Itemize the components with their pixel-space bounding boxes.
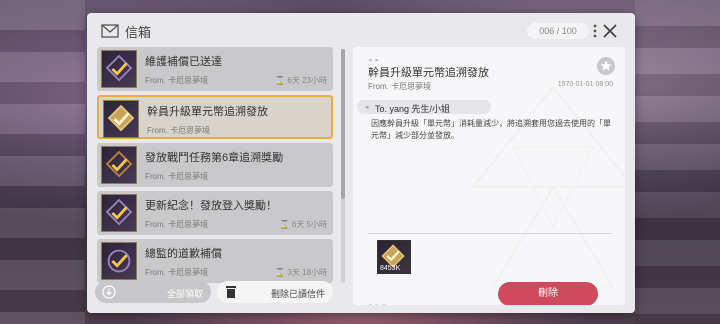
mail-subject: 更新紀念！發放登入獎勵！ [145, 200, 277, 212]
reward-check-icon [101, 242, 137, 280]
mail-subject: 總監的道歉補償 [145, 248, 222, 260]
favorite-star-button[interactable] [597, 57, 615, 75]
mail-list-item[interactable]: 維護補償已送達 From. 卡厄思夢境 ⌛ 6天 23小時 [97, 47, 333, 91]
delete-read-label: 刪除已讀信件 [270, 289, 325, 299]
mail-sender: From. 卡厄思夢境 [145, 220, 209, 229]
mail-list-scrollbar[interactable] [341, 49, 345, 283]
mail-expiry: ⌛ 6天 23小時 [275, 76, 327, 85]
background-left-panel [0, 0, 85, 324]
recipient-text: To. yang 先生/小姐 [375, 104, 451, 114]
claim-all-button[interactable]: 全部領取 [95, 281, 211, 303]
mail-list-item[interactable]: 總監的道歉補償 From. 卡厄思夢境 ⌛ 3天 18小時 [97, 239, 333, 283]
reward-check-icon [101, 194, 137, 232]
more-options-icon[interactable] [592, 23, 598, 39]
triangle-pattern [473, 87, 625, 287]
mail-list: 維護補償已送達 From. 卡厄思夢境 ⌛ 6天 23小時 幹員升級單元幣追溯發… [95, 47, 335, 287]
mail-detail-panel: ◂ ▸ 幹員升級單元幣追溯發放 From. 卡厄思夢境 1970-01-01 0… [353, 47, 625, 305]
background-right-panel [635, 0, 720, 324]
mail-sender: From. 卡厄思夢境 [145, 76, 209, 85]
delete-read-button[interactable]: 刪除已讀信件 [217, 281, 333, 303]
mail-list-item-selected[interactable]: 幹員升級單元幣追溯發放 From. 卡厄思夢境 [97, 95, 333, 139]
mailbox-dialog: 信箱 006 / 100 維護補償已送達 From. 卡厄思夢境 ⌛ 6天 23… [87, 13, 635, 313]
mail-list-item[interactable]: 更新紀念！發放登入獎勵！ From. 卡厄思夢境 ⌛ 6天 5小時 [97, 191, 333, 235]
star-icon [600, 60, 612, 71]
mail-expiry: ⌛ 3天 18小時 [275, 268, 327, 277]
decorative-dots: ◂ ▸ [368, 57, 380, 64]
mail-subject: 幹員升級單元幣追溯發放 [147, 106, 268, 118]
recipient-line: ◂ To. yang 先生/小姐 [357, 100, 491, 114]
bullet-icon: ◂ [365, 104, 369, 111]
detail-sender: From. 卡厄思夢境 [368, 82, 432, 91]
dialog-title: 信箱 [125, 25, 152, 40]
mail-sender: From. 卡厄思夢境 [145, 268, 209, 277]
close-icon[interactable] [602, 23, 618, 39]
attachment-item[interactable]: 8453K [377, 240, 411, 274]
attachment-divider [368, 233, 612, 234]
dialog-header: 信箱 006 / 100 [87, 13, 635, 47]
scrollbar-thumb[interactable] [341, 49, 345, 199]
mail-expiry: ⌛ 6天 5小時 [279, 220, 327, 229]
mail-sender: From. 卡厄思夢境 [145, 172, 209, 181]
reward-check-icon [101, 50, 137, 88]
download-icon [102, 285, 116, 299]
reward-check-icon [101, 146, 137, 184]
trash-icon [226, 286, 236, 298]
mail-counter: 006 / 100 [527, 23, 589, 39]
mail-list-item[interactable]: 發放戰鬥任務第6章追溯獎勵 From. 卡厄思夢境 [97, 143, 333, 187]
detail-subject: 幹員升級單元幣追溯發放 [368, 67, 489, 79]
decorative-footer: ◂ ▸ ▸ [368, 301, 387, 305]
mail-subject: 發放戰鬥任務第6章追溯獎勵 [145, 152, 284, 164]
detail-date: 1970-01-01 08:00 [557, 81, 613, 88]
attachment-quantity: 8453K [380, 265, 401, 272]
reward-check-icon [103, 100, 139, 138]
delete-button[interactable]: 刪除 [498, 282, 598, 305]
mail-subject: 維護補償已送達 [145, 56, 222, 68]
mail-body: 因應幹員升級「單元幣」消耗量減少，將追溯套用您過去使用的「單元幣」減少部分並發放… [371, 119, 611, 140]
claim-all-label: 全部領取 [166, 289, 203, 299]
mail-icon [101, 24, 119, 38]
mail-sender: From. 卡厄思夢境 [147, 126, 211, 135]
